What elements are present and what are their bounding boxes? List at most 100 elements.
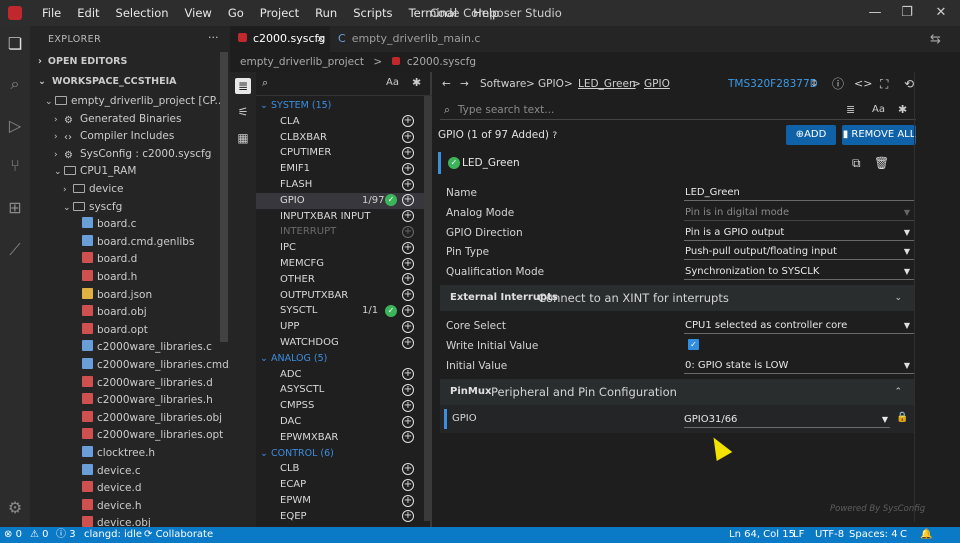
module-item-clb[interactable]: CLB + [256, 461, 426, 477]
field-value[interactable]: Synchronization to SYSCLK ▼ [684, 264, 914, 281]
minimize-icon[interactable]: — [858, 0, 892, 26]
tree-item[interactable]: ⌄ CPU1_RAM [30, 163, 230, 181]
tree-item[interactable]: board.cmd.genlibs [30, 234, 230, 252]
module-item-watchdog[interactable]: WATCHDOG + [256, 335, 426, 351]
config-scrollbar[interactable] [914, 72, 920, 522]
module-item-flash[interactable]: FLASH + [256, 177, 426, 193]
nav-software[interactable]: Software [480, 72, 526, 96]
tree-item[interactable]: board.opt [30, 322, 230, 340]
module-search-bar[interactable]: ⌕ Aa ✱ [256, 72, 432, 96]
add-module-icon[interactable]: + [402, 210, 414, 223]
module-category[interactable]: ⌄ ANALOG (5) [256, 351, 426, 367]
config-search-input[interactable]: ⌕ Type search text... [440, 100, 916, 120]
lock-icon[interactable]: 🔒 [896, 412, 908, 423]
add-module-icon[interactable]: + [402, 320, 414, 333]
explorer-more-icon[interactable]: ··· [208, 31, 219, 44]
tree-item[interactable]: c2000ware_libraries.d [30, 375, 230, 393]
tree-item[interactable]: device.d [30, 480, 230, 498]
explorer-icon[interactable]: ❏ [5, 34, 25, 54]
external-interrupts-section[interactable]: External Interrupts Connect to an XINT f… [440, 285, 914, 311]
module-category[interactable]: ⌄ SYSTEM (15) [256, 98, 426, 114]
close-window-icon[interactable]: ✕ [924, 0, 958, 26]
module-item-cla[interactable]: CLA + [256, 114, 426, 130]
generated-files-icon[interactable]: ▦ [235, 130, 251, 146]
add-module-icon[interactable]: + [402, 510, 414, 523]
module-item-gpio[interactable]: GPIO 1/97 ✓ + [256, 192, 426, 209]
module-item-dac[interactable]: DAC + [256, 414, 426, 430]
add-module-icon[interactable]: + [402, 115, 414, 128]
add-module-icon[interactable]: + [402, 162, 414, 175]
cursor-position[interactable]: Ln 64, Col 15 [729, 527, 795, 543]
info-status[interactable]: ⓘ 3 [56, 527, 76, 543]
tree-item[interactable]: › ⚙ SysConfig : c2000.syscfg [30, 146, 230, 164]
tab-c2000-syscfg[interactable]: c2000.syscfg × [230, 26, 330, 52]
add-module-icon[interactable]: + [402, 494, 414, 507]
copy-icon[interactable]: ⧉ [852, 156, 861, 171]
add-module-icon[interactable]: + [402, 368, 414, 381]
warnings-status[interactable]: ⚠ 0 [30, 527, 49, 543]
tree-item[interactable]: › ‹› Compiler Includes [30, 128, 230, 146]
device-select[interactable]: TMS320F28377D [728, 72, 818, 96]
menu-project[interactable]: Project [252, 0, 307, 26]
search-icon[interactable]: ⌕ [5, 74, 25, 94]
tab-close-icon[interactable]: × [316, 26, 325, 52]
field-value[interactable]: CPU1 selected as controller core ▼ [684, 318, 914, 334]
help-icon[interactable]: ? [552, 131, 557, 141]
split-editor-icon[interactable]: ⇆ [930, 32, 941, 47]
module-item-outputxbar[interactable]: OUTPUTXBAR + [256, 288, 426, 304]
chevron-up-icon[interactable]: ⌃ [894, 379, 902, 405]
module-item-epwm[interactable]: EPWM + [256, 493, 426, 509]
add-module-icon[interactable]: + [402, 273, 414, 286]
add-module-icon[interactable]: + [402, 336, 414, 349]
filter-icon[interactable]: ✱ [898, 103, 907, 116]
tree-item[interactable]: ⌄ syscfg [30, 199, 230, 217]
clangd-status[interactable]: clangd: idle [84, 527, 142, 543]
menu-view[interactable]: View [177, 0, 220, 26]
breadcrumb-file[interactable]: c2000.syscfg [407, 56, 476, 68]
field-value[interactable]: Pin is a GPIO output ▼ [684, 225, 914, 241]
tree-item[interactable]: c2000ware_libraries.h [30, 392, 230, 410]
module-item-inputxbar-input[interactable]: INPUTXBAR INPUT + [256, 209, 426, 225]
open-editors-section[interactable]: › OPEN EDITORS [30, 53, 230, 71]
menu-edit[interactable]: Edit [69, 0, 107, 26]
add-module-icon[interactable]: + [402, 399, 414, 412]
tree-item[interactable]: board.json [30, 287, 230, 305]
add-module-icon[interactable]: + [402, 131, 414, 144]
language-status[interactable]: C [900, 527, 907, 543]
module-item-cmpss[interactable]: CMPSS + [256, 398, 426, 414]
add-module-icon[interactable]: + [402, 431, 414, 444]
module-item-other[interactable]: OTHER + [256, 272, 426, 288]
tree-item[interactable]: c2000ware_libraries.obj [30, 410, 230, 428]
field-value[interactable]: 0: GPIO state is LOW ▼ [684, 358, 914, 374]
add-module-icon[interactable]: + [402, 146, 414, 159]
settings-gear-icon[interactable]: ⚙ [5, 498, 25, 518]
menu-selection[interactable]: Selection [108, 0, 177, 26]
workspace-section[interactable]: ⌄ WORKSPACE_CCSTHEIA [30, 73, 230, 91]
module-item-asysctl[interactable]: ASYSCTL + [256, 382, 426, 398]
module-item-clbxbar[interactable]: CLBXBAR + [256, 130, 426, 146]
module-list-scrollbar[interactable] [424, 96, 430, 521]
add-button[interactable]: ⊕ADD [786, 125, 836, 145]
module-category[interactable]: ⌄ CONTROL (6) [256, 446, 426, 462]
tree-item[interactable]: › device [30, 181, 230, 199]
module-item-ipc[interactable]: IPC + [256, 240, 426, 256]
module-item-eqep[interactable]: EQEP + [256, 509, 426, 525]
source-control-icon[interactable]: ⑂ [5, 156, 25, 176]
errors-status[interactable]: ⊗ 0 [4, 527, 22, 543]
add-module-icon[interactable]: + [402, 478, 414, 491]
tree-item[interactable]: board.d [30, 251, 230, 269]
tree-item[interactable]: clocktree.h [30, 445, 230, 463]
menu-scripts[interactable]: Scripts [345, 0, 400, 26]
module-item-upp[interactable]: UPP + [256, 319, 426, 335]
extensions-icon[interactable]: ⊞ [5, 198, 25, 218]
module-item-memcfg[interactable]: MEMCFG + [256, 256, 426, 272]
tree-item[interactable]: ⌄ empty_driverlib_project [CP... [30, 93, 230, 111]
delete-icon[interactable]: 🗑 [874, 156, 889, 170]
tree-item[interactable]: › ⚙ Generated Binaries [30, 111, 230, 129]
nav-gpio-instance[interactable]: GPIO [644, 72, 670, 96]
collaborate-status[interactable]: ⟳ Collaborate [144, 527, 213, 543]
add-module-icon[interactable]: + [402, 462, 414, 475]
back-arrow-icon[interactable]: ← [442, 72, 451, 96]
field-value[interactable]: Push-pull output/floating input ▼ [684, 244, 914, 261]
code-view-icon[interactable]: <> [854, 72, 872, 96]
